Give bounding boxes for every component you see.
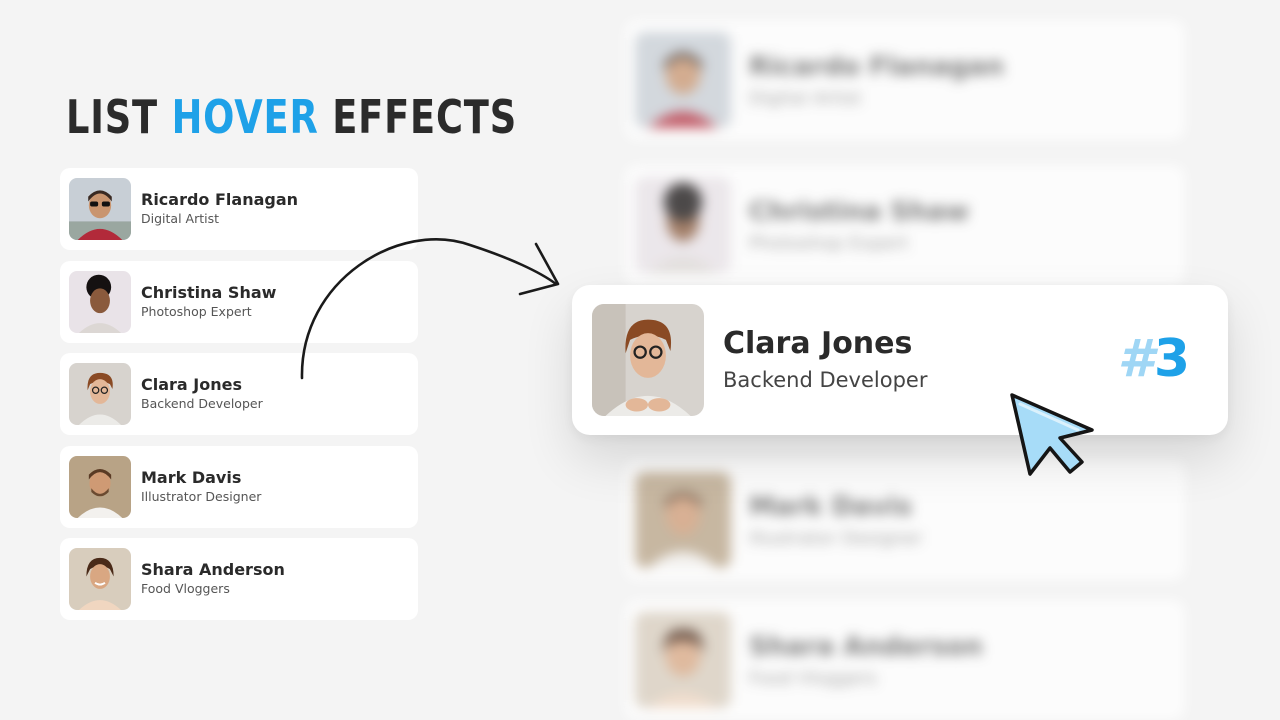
avatar-person-icon xyxy=(69,270,131,333)
blurred-name: Christina Shaw xyxy=(749,196,970,227)
person-name: Ricardo Flanagan xyxy=(141,190,299,209)
blurred-card: Mark Davis Illustrator Designer xyxy=(625,460,1185,580)
blurred-card: Shara Anderson Food Vloggers xyxy=(625,600,1185,720)
blurred-card: Christina Shaw Photoshop Expert xyxy=(625,165,1185,285)
avatar-person-icon xyxy=(635,612,731,708)
blurred-avatar xyxy=(635,32,731,128)
avatar-person-icon xyxy=(635,472,731,568)
avatar-person-icon xyxy=(69,363,131,425)
avatar-person-icon xyxy=(592,304,704,416)
blurred-role: Photoshop Expert xyxy=(749,232,909,254)
person-role: Backend Developer xyxy=(141,396,263,411)
avatar-person-icon xyxy=(69,548,131,610)
avatar-person-icon xyxy=(69,455,131,518)
blurred-role: Food Vloggers xyxy=(749,667,877,689)
blurred-name: Ricardo Flanagan xyxy=(749,51,1005,82)
person-role: Digital Artist xyxy=(141,211,219,226)
blurred-role: Illustrator Designer xyxy=(749,527,923,549)
person-name: Christina Shaw xyxy=(141,282,277,302)
blurred-card: Ricardo Flanagan Digital Artist xyxy=(625,20,1185,140)
title-word-list: LIST xyxy=(66,90,158,144)
featured-avatar xyxy=(592,304,704,416)
avatar-person-icon xyxy=(635,177,731,273)
person-role: Food Vloggers xyxy=(141,581,230,596)
blurred-role: Digital Artist xyxy=(749,87,862,109)
rank-number: 3 xyxy=(1153,329,1190,389)
avatar-person-icon xyxy=(635,32,731,128)
featured-role: Backend Developer xyxy=(723,368,928,392)
avatar xyxy=(69,455,131,518)
blurred-name: Shara Anderson xyxy=(749,631,983,662)
blurred-avatar xyxy=(635,612,731,708)
person-name: Mark Davis xyxy=(141,467,242,487)
avatar xyxy=(69,270,131,333)
list-item[interactable]: Mark Davis Illustrator Designer xyxy=(60,445,418,528)
blurred-name: Mark Davis xyxy=(749,491,913,522)
person-name: Clara Jones xyxy=(141,375,242,394)
page-title: LIST HOVER EFFECTS xyxy=(66,90,517,144)
person-name: Shara Anderson xyxy=(141,560,285,579)
list-item[interactable]: Ricardo Flanagan Digital Artist xyxy=(60,168,418,250)
blurred-avatar xyxy=(635,472,731,568)
avatar xyxy=(69,548,131,610)
featured-name: Clara Jones xyxy=(723,326,913,361)
rank-hash: # xyxy=(1117,329,1154,389)
list-item[interactable]: Shara Anderson Food Vloggers xyxy=(60,538,418,620)
person-role: Photoshop Expert xyxy=(141,303,252,319)
avatar xyxy=(69,363,131,425)
list-item[interactable]: Clara Jones Backend Developer xyxy=(60,353,418,435)
profile-list: Ricardo Flanagan Digital Artist Christin… xyxy=(60,168,418,631)
avatar-person-icon xyxy=(69,178,131,240)
blurred-avatar xyxy=(635,177,731,273)
title-word-effects: EFFECTS xyxy=(332,90,517,144)
avatar xyxy=(69,178,131,240)
mouse-pointer-icon xyxy=(1010,393,1094,476)
rank-badge: #3 xyxy=(1118,331,1190,387)
person-role: Illustrator Designer xyxy=(141,488,262,504)
list-item[interactable]: Christina Shaw Photoshop Expert xyxy=(60,260,418,343)
featured-card[interactable]: Clara Jones Backend Developer #3 xyxy=(572,285,1228,435)
title-word-hover: HOVER xyxy=(171,90,319,144)
